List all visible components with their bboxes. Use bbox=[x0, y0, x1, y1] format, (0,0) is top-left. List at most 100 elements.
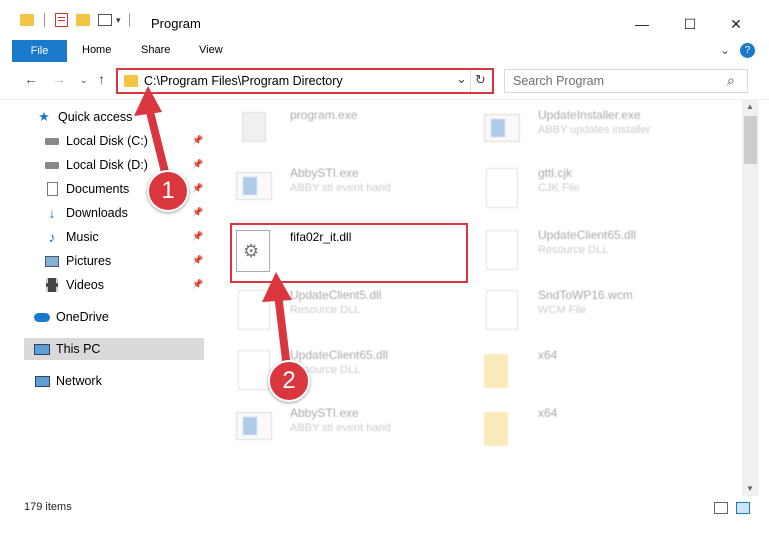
details-view-icon[interactable] bbox=[714, 502, 728, 514]
file-desc: ABBY updates installer bbox=[538, 124, 651, 136]
computer-icon bbox=[34, 341, 50, 357]
forward-arrow-icon[interactable]: → bbox=[52, 71, 66, 87]
refresh-icon[interactable]: ↻ bbox=[475, 72, 486, 88]
nav-item-videos[interactable]: Videos 📌 bbox=[44, 274, 206, 296]
properties-icon[interactable] bbox=[55, 13, 68, 27]
app-icon bbox=[232, 404, 276, 448]
nav-network[interactable]: Network bbox=[34, 370, 206, 392]
file-item[interactable]: SndToWP16.wcm WCM File bbox=[480, 284, 720, 332]
pictures-icon bbox=[44, 253, 60, 269]
search-icon[interactable]: ⌕ bbox=[727, 72, 735, 89]
file-desc: ABBY sti event hand bbox=[290, 422, 391, 434]
tab-file[interactable]: File bbox=[12, 40, 67, 62]
dll-icon bbox=[480, 226, 524, 270]
separator bbox=[128, 13, 130, 27]
documents-icon bbox=[44, 181, 60, 197]
nav-label: Documents bbox=[66, 182, 130, 196]
file-item[interactable]: UpdateInstaller.exe ABBY updates install… bbox=[480, 104, 720, 152]
file-item[interactable]: x64 bbox=[480, 344, 720, 392]
step-badge-1: 1 bbox=[147, 170, 189, 212]
title-bar: ▾ Program — ☐ ✕ bbox=[0, 0, 769, 40]
maximize-button[interactable]: ☐ bbox=[668, 10, 712, 38]
nav-this-pc[interactable]: This PC bbox=[24, 338, 204, 360]
new-folder-icon[interactable] bbox=[76, 14, 90, 26]
scrollbar-thumb[interactable] bbox=[744, 116, 757, 164]
nav-item-local-disk-c[interactable]: Local Disk (C:) 📌 bbox=[44, 130, 206, 152]
nav-label: Quick access bbox=[58, 110, 133, 124]
file-item[interactable]: x64 bbox=[480, 402, 720, 450]
search-input[interactable]: Search Program bbox=[513, 74, 604, 88]
tab-share[interactable]: Share bbox=[141, 44, 170, 56]
up-arrow-icon[interactable]: ↑ bbox=[98, 71, 105, 87]
back-arrow-icon[interactable]: ← bbox=[24, 71, 38, 87]
file-name: gttl.cjk bbox=[538, 166, 573, 180]
view-icon[interactable] bbox=[98, 14, 112, 26]
cloud-icon bbox=[34, 309, 50, 325]
file-item[interactable]: gttl.cjk CJK File bbox=[480, 162, 720, 210]
customize-dropdown-icon[interactable]: ▾ bbox=[116, 15, 121, 26]
separator bbox=[44, 13, 45, 27]
recent-locations-icon[interactable]: ⌄ bbox=[80, 75, 88, 86]
folder-icon bbox=[124, 75, 138, 87]
file-desc: CJK File bbox=[538, 182, 580, 194]
scroll-down-icon[interactable]: ▼ bbox=[746, 484, 754, 493]
nav-label: OneDrive bbox=[56, 310, 109, 324]
close-button[interactable]: ✕ bbox=[714, 10, 758, 38]
file-desc: Resource DLL bbox=[290, 304, 361, 316]
file-name: x64 bbox=[538, 348, 558, 362]
step-badge-2: 2 bbox=[268, 360, 310, 402]
search-box[interactable]: Search Program ⌕ bbox=[504, 69, 748, 93]
nav-item-local-disk-d[interactable]: Local Disk (D:) 📌 bbox=[44, 154, 206, 176]
downloads-icon: ↓ bbox=[48, 205, 56, 221]
nav-item-pictures[interactable]: Pictures 📌 bbox=[44, 250, 206, 272]
folder-icon bbox=[20, 14, 34, 26]
scroll-up-icon[interactable]: ▲ bbox=[746, 102, 754, 111]
app-icon bbox=[232, 164, 276, 208]
tab-home[interactable]: Home bbox=[82, 44, 111, 56]
nav-label: Music bbox=[66, 230, 99, 244]
folder-icon bbox=[480, 404, 524, 448]
file-item[interactable]: program.exe bbox=[232, 104, 472, 152]
nav-label: Local Disk (C:) bbox=[66, 134, 148, 148]
dll-icon bbox=[232, 286, 276, 330]
file-desc: WCM File bbox=[538, 304, 587, 316]
pin-icon: 📌 bbox=[192, 159, 204, 169]
file-item[interactable]: AbbySTI.exe ABBY sti event hand bbox=[232, 402, 472, 450]
pin-icon: 📌 bbox=[192, 255, 204, 265]
vertical-scrollbar[interactable]: ▲ ▼ bbox=[742, 100, 759, 496]
nav-onedrive[interactable]: OneDrive bbox=[34, 306, 206, 328]
nav-label: Videos bbox=[66, 278, 104, 292]
music-icon: ♪ bbox=[48, 229, 56, 245]
network-icon bbox=[34, 373, 50, 389]
file-name: SndToWP16.wcm bbox=[538, 288, 633, 302]
file-item[interactable]: UpdateClient5.dll Resource DLL bbox=[232, 284, 472, 332]
help-icon[interactable]: ? bbox=[740, 43, 755, 58]
address-separator bbox=[470, 70, 471, 92]
star-icon: ★ bbox=[38, 109, 50, 124]
file-name: AbbySTI.exe bbox=[290, 166, 359, 180]
drive-icon bbox=[44, 133, 60, 149]
minimize-button[interactable]: — bbox=[620, 10, 664, 38]
pin-icon: 📌 bbox=[192, 231, 204, 241]
file-name: UpdateClient65.dll bbox=[538, 228, 637, 242]
nav-label: Network bbox=[56, 374, 102, 388]
pin-icon: 📌 bbox=[192, 183, 204, 193]
file-name: UpdateClient5.dll bbox=[290, 288, 382, 302]
drive-icon bbox=[44, 157, 60, 173]
address-path[interactable]: C:\Program Files\Program Directory bbox=[144, 74, 343, 88]
tab-view[interactable]: View bbox=[199, 44, 223, 56]
address-bar-row: ← → ⌄ ↑ C:\Program Files\Program Directo… bbox=[0, 62, 769, 100]
nav-quick-access[interactable]: ★ Quick access bbox=[36, 106, 206, 128]
highlight-box bbox=[230, 223, 468, 283]
file-name: x64 bbox=[538, 406, 558, 420]
address-dropdown-icon[interactable]: ⌄ bbox=[456, 71, 467, 87]
file-item[interactable]: UpdateClient65.dll Resource DLL bbox=[480, 224, 720, 272]
address-bar[interactable]: C:\Program Files\Program Directory ⌄ ↻ bbox=[116, 68, 494, 94]
file-item[interactable]: AbbySTI.exe ABBY sti event hand bbox=[232, 162, 472, 210]
quick-access-toolbar: ▾ bbox=[20, 13, 130, 27]
large-icons-view-icon[interactable] bbox=[736, 502, 750, 514]
nav-label: Pictures bbox=[66, 254, 112, 268]
status-bar: 179 items bbox=[0, 496, 769, 520]
expand-ribbon-icon[interactable]: ⌄ bbox=[720, 43, 730, 57]
nav-item-music[interactable]: ♪ Music 📌 bbox=[44, 226, 206, 248]
